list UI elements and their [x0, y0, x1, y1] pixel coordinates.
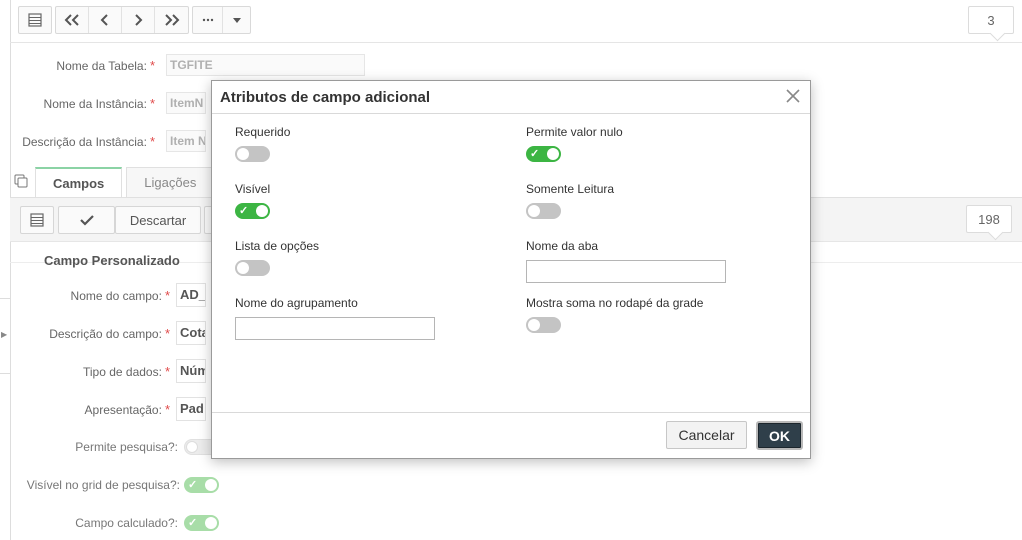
allow-null-toggle[interactable]: ✓	[526, 146, 561, 162]
visible-grid-toggle[interactable]: ✓	[184, 477, 219, 493]
more-icon	[202, 18, 213, 22]
table-name-row: Nome da Tabela: * TGFITE	[10, 54, 365, 76]
field-desc-row: Descrição do campo:* Cota	[10, 321, 206, 345]
dialog-title: Atributos de campo adicional	[220, 89, 431, 106]
read-only-field: Somente Leitura	[526, 182, 614, 222]
last-page-icon	[164, 14, 179, 26]
read-only-label: Somente Leitura	[526, 182, 615, 196]
side-divider	[0, 373, 10, 374]
next-record-button[interactable]	[122, 7, 155, 33]
prev-record-button[interactable]	[89, 7, 122, 33]
first-page-icon	[64, 14, 79, 26]
divider	[10, 42, 1022, 43]
instance-name-input[interactable]: ItemN	[166, 92, 206, 114]
more-actions-group	[192, 6, 251, 34]
field-name-input[interactable]: AD_	[176, 283, 206, 307]
grid-icon	[30, 213, 44, 227]
prev-icon	[100, 14, 108, 26]
side-divider	[0, 298, 10, 299]
footer-sum-toggle[interactable]	[526, 317, 561, 333]
field-name-label: Nome do campo: *	[70, 287, 170, 303]
required-field: Requerido	[235, 125, 290, 165]
allow-search-row: Permite pesquisa?:	[10, 436, 219, 458]
field-desc-input[interactable]: Cota	[176, 321, 206, 345]
more-dropdown-button[interactable]	[222, 7, 250, 33]
record-counter: 3	[968, 6, 1014, 34]
visible-grid-label: Visível no grid de pesquisa?:	[26, 478, 180, 492]
tab-name-input[interactable]	[526, 260, 726, 283]
tab-bar: Campos Ligações	[10, 166, 215, 197]
last-record-button[interactable]	[155, 7, 188, 33]
calculated-toggle[interactable]: ✓	[184, 515, 219, 531]
data-type-row: Tipo de dados:* Núm	[10, 359, 206, 383]
group-name-input[interactable]	[235, 317, 435, 340]
tab-campos[interactable]: Campos	[35, 167, 123, 197]
cancel-button[interactable]: Cancelar	[666, 421, 747, 449]
visible-label: Visível	[235, 182, 271, 196]
visible-field: Visível ✓	[235, 182, 270, 222]
instance-desc-row: Descrição da Instância: * Item N	[10, 130, 206, 152]
options-list-field: Lista de opções	[235, 239, 319, 279]
field-name-row: Nome do campo: * AD_	[10, 283, 206, 307]
allow-null-label: Permite valor nulo	[526, 125, 623, 139]
additional-field-attributes-dialog: Atributos de campo adicional Requerido V…	[211, 80, 811, 459]
dialog-footer: Cancelar OK	[212, 412, 810, 458]
table-name-label: Nome da Tabela: *	[56, 57, 155, 73]
calculated-row: Campo calculado?: ✓	[10, 512, 219, 534]
navigation-group	[55, 6, 189, 34]
group-name-field: Nome do agrupamento	[235, 296, 435, 340]
dropdown-icon	[232, 17, 241, 23]
first-record-button[interactable]	[56, 7, 89, 33]
presentation-row: Apresentação: * Pad	[10, 397, 206, 421]
fields-counter: 198	[966, 205, 1012, 233]
check-icon	[79, 215, 94, 226]
tab-name-field: Nome da aba	[526, 239, 726, 283]
visible-toggle[interactable]: ✓	[235, 203, 270, 219]
visible-grid-row: Visível no grid de pesquisa?: ✓	[10, 474, 219, 496]
instance-name-label: Nome da Instância: *	[43, 95, 155, 111]
close-icon[interactable]	[786, 85, 800, 107]
read-only-toggle[interactable]	[526, 203, 561, 219]
instance-desc-label: Descrição da Instância: *	[22, 133, 155, 149]
footer-sum-label: Mostra soma no rodapé da grade	[526, 296, 704, 310]
record-toolbar	[18, 6, 251, 34]
instance-desc-input[interactable]: Item N	[166, 130, 206, 152]
grid-icon	[28, 13, 42, 27]
required-label: Requerido	[235, 125, 291, 139]
save-button[interactable]	[58, 206, 115, 234]
required-toggle[interactable]	[235, 146, 270, 162]
presentation-label: Apresentação: *	[84, 401, 170, 417]
discard-button[interactable]: Descartar	[115, 206, 201, 234]
allow-search-label: Permite pesquisa?:	[75, 440, 178, 454]
ok-button[interactable]: OK	[756, 421, 803, 450]
options-list-toggle[interactable]	[235, 260, 270, 276]
footer-sum-field: Mostra soma no rodapé da grade	[526, 296, 703, 336]
more-actions-button[interactable]	[193, 7, 222, 33]
options-list-label: Lista de opções	[235, 239, 320, 253]
calculated-label: Campo calculado?:	[75, 516, 178, 530]
section-title: Campo Personalizado	[44, 253, 180, 268]
allow-null-field: Permite valor nulo ✓	[526, 125, 623, 165]
table-name-input[interactable]: TGFITE	[166, 54, 365, 76]
presentation-select[interactable]: Pad	[176, 397, 206, 421]
field-desc-label: Descrição do campo: *	[49, 325, 170, 341]
next-icon	[135, 14, 143, 26]
grid-view-button[interactable]	[18, 6, 52, 34]
tab-name-label: Nome da aba	[526, 239, 599, 253]
data-type-label: Tipo de dados: *	[82, 363, 170, 379]
left-border	[10, 0, 11, 540]
dialog-header: Atributos de campo adicional	[212, 81, 810, 114]
fields-grid-button[interactable]	[20, 206, 54, 234]
group-name-label: Nome do agrupamento	[235, 296, 358, 310]
data-type-select[interactable]: Núm	[176, 359, 206, 383]
expand-panel-icon[interactable]: ▶	[1, 330, 7, 339]
instance-name-row: Nome da Instância: * ItemN	[10, 92, 206, 114]
tab-ligacoes[interactable]: Ligações	[126, 167, 215, 197]
